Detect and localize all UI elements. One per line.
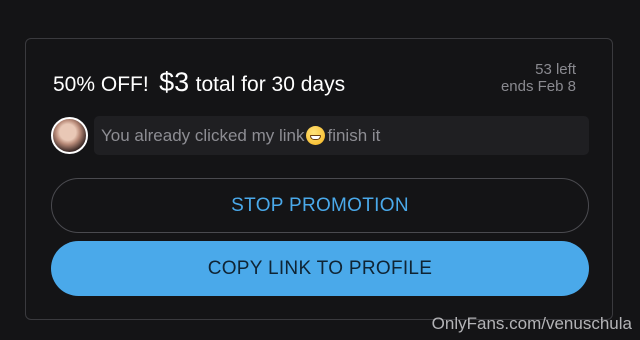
message-text: You already clicked my link [101, 125, 305, 145]
promotion-card: 50% OFF! $3 total for 30 days 53 left en… [25, 38, 613, 320]
promotion-headline: 50% OFF! $3 total for 30 days [53, 67, 345, 98]
promotion-meta: 53 left ends Feb 8 [501, 61, 576, 95]
price-label: $3 [159, 67, 190, 97]
message-suffix: finish it [327, 125, 381, 145]
page: 50% OFF! $3 total for 30 days 53 left en… [0, 0, 640, 340]
duration-label: total for 30 days [195, 73, 346, 96]
copy-link-button[interactable]: COPY LINK TO PROFILE [51, 241, 589, 296]
avatar[interactable] [51, 117, 88, 154]
watermark: OnlyFans.com/venuschula [431, 314, 632, 333]
stop-promotion-button[interactable]: STOP PROMOTION [51, 178, 589, 233]
grinning-face-icon [306, 126, 326, 145]
end-date: ends Feb 8 [500, 78, 576, 95]
remaining-count: 53 left [535, 61, 576, 78]
promotion-message: You already clicked my link finish it [94, 116, 589, 155]
discount-label: 50% OFF! [53, 73, 149, 96]
promotion-message-row: You already clicked my link finish it [51, 116, 589, 155]
